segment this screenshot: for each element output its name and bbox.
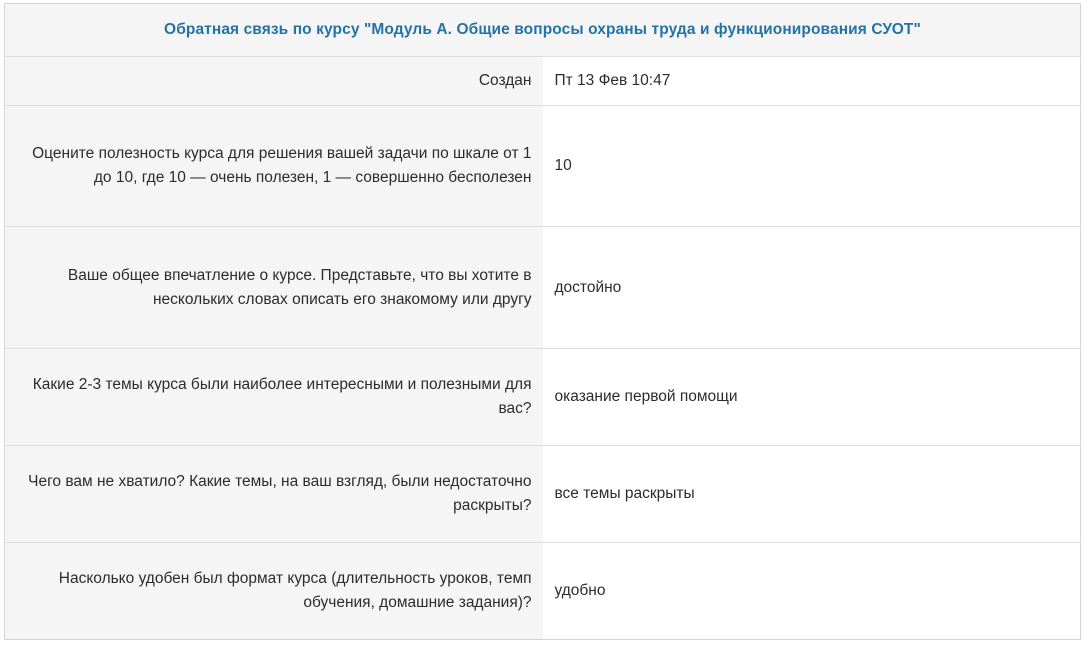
created-value: Пт 13 Фев 10:47 (554, 72, 671, 89)
created-value-cell: Пт 13 Фев 10:47 (542, 56, 1081, 106)
question-label: Ваше общее впечатление о курсе. Представ… (67, 266, 532, 308)
answer-value: удобно (554, 582, 606, 599)
question-cell: Оцените полезность курса для решения ваш… (4, 105, 543, 227)
question-label: Какие 2-3 темы курса были наиболее интер… (32, 376, 532, 417)
table-row: Какие 2-3 темы курса были наиболее интер… (4, 348, 1081, 446)
answer-cell: 10 (542, 105, 1081, 227)
question-label: Чего вам не хватило? Какие темы, на ваш … (28, 473, 532, 514)
table-row: Насколько удобен был формат курса (длите… (4, 542, 1081, 640)
question-cell: Ваше общее впечатление о курсе. Представ… (4, 226, 543, 349)
answer-value: 10 (554, 157, 572, 174)
table-row: Ваше общее впечатление о курсе. Представ… (4, 226, 1081, 349)
answer-cell: оказание первой помощи (542, 348, 1081, 446)
answer-cell: все темы раскрыты (542, 445, 1081, 543)
answer-cell: достойно (542, 226, 1081, 349)
answer-cell: удобно (542, 542, 1081, 640)
table-row: Оцените полезность курса для решения ваш… (4, 105, 1081, 227)
title-row: Обратная связь по курсу "Модуль А. Общие… (4, 3, 1081, 57)
feedback-table: Обратная связь по курсу "Модуль А. Общие… (4, 3, 1081, 640)
table-row: Чего вам не хватило? Какие темы, на ваш … (4, 445, 1081, 543)
created-label: Создан (478, 72, 532, 89)
feedback-title: Обратная связь по курсу "Модуль А. Общие… (164, 21, 921, 38)
title-cell: Обратная связь по курсу "Модуль А. Общие… (4, 3, 1081, 57)
answer-value: оказание первой помощи (554, 388, 738, 405)
created-label-cell: Создан (4, 56, 543, 106)
question-cell: Чего вам не хватило? Какие темы, на ваш … (4, 445, 543, 543)
question-label: Оцените полезность курса для решения ваш… (32, 145, 532, 186)
question-cell: Какие 2-3 темы курса были наиболее интер… (4, 348, 543, 446)
answer-value: достойно (554, 278, 622, 296)
table-row-created: Создан Пт 13 Фев 10:47 (4, 56, 1081, 106)
question-cell: Насколько удобен был формат курса (длите… (4, 542, 543, 640)
answer-value: все темы раскрыты (554, 485, 695, 502)
question-label: Насколько удобен был формат курса (длите… (58, 570, 532, 611)
